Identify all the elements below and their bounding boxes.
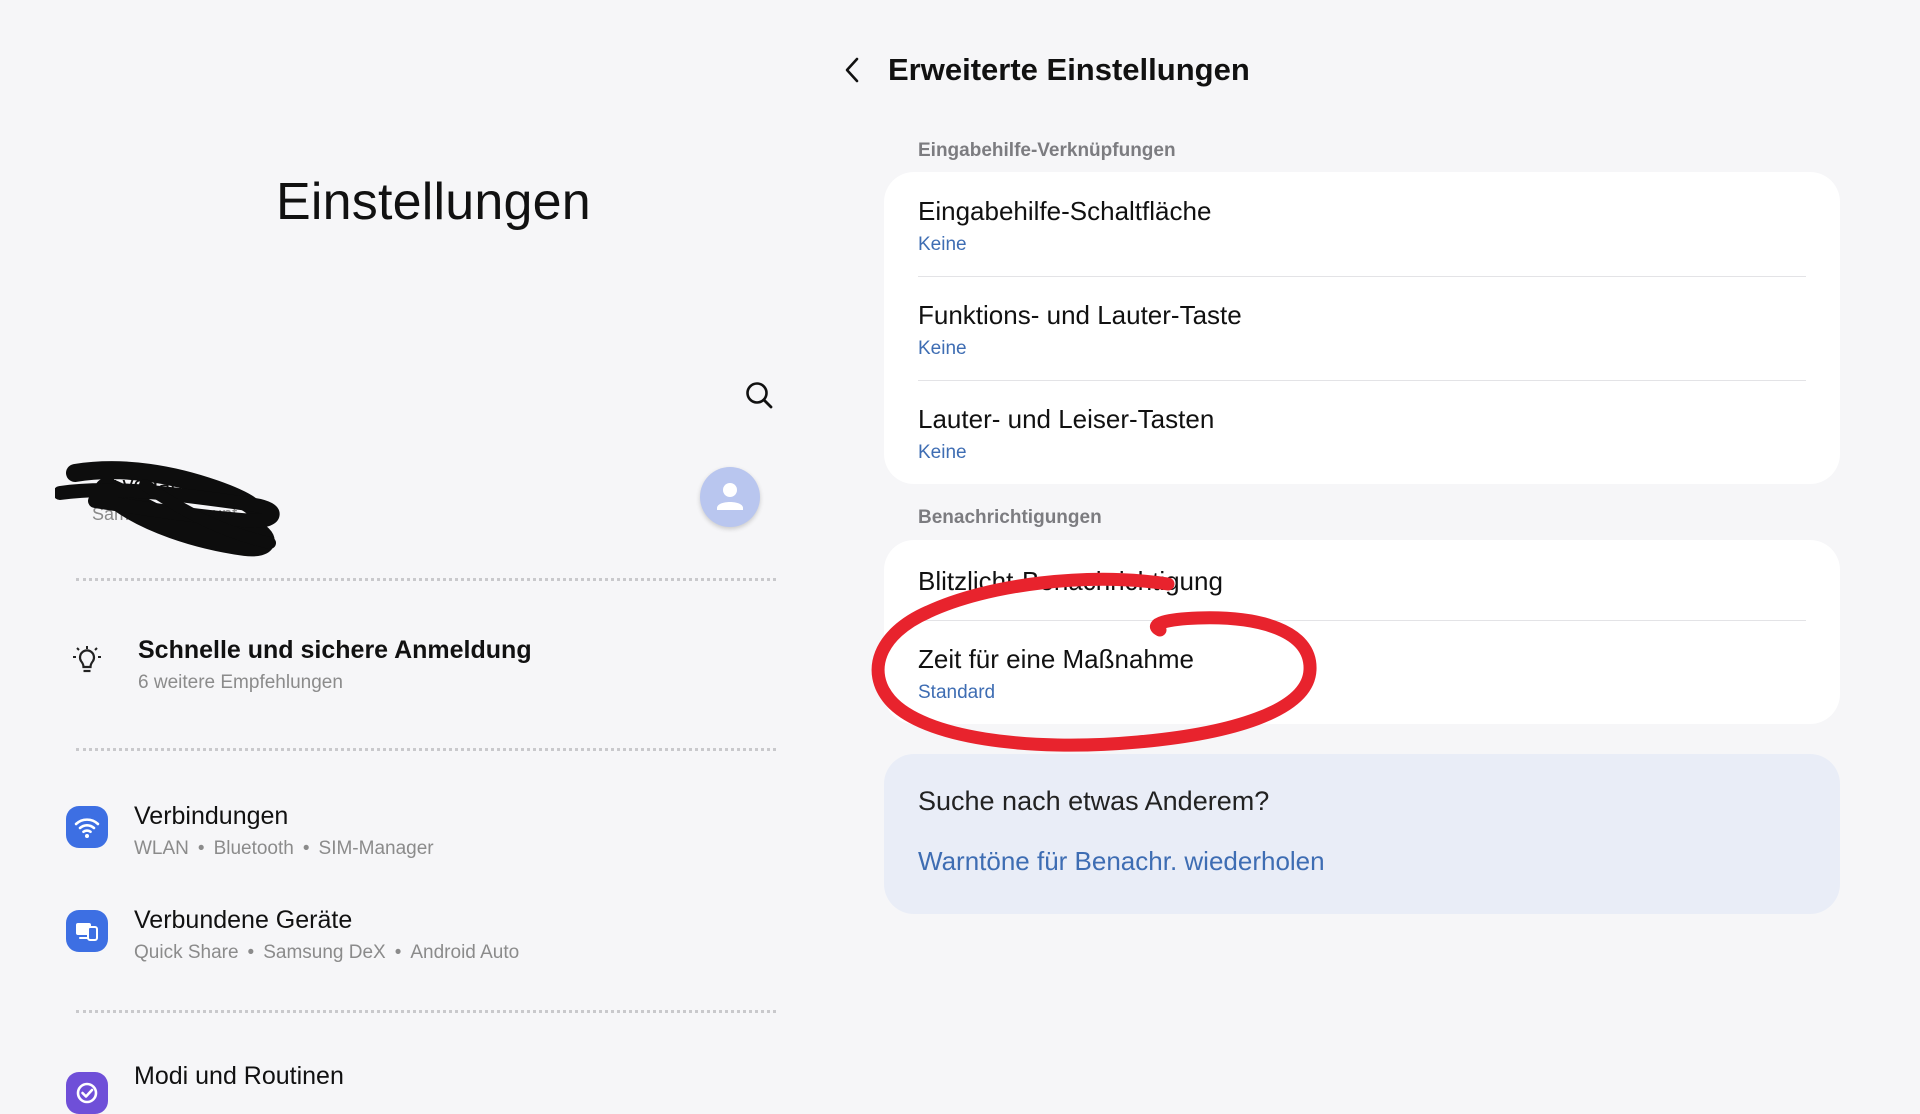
- avatar[interactable]: [700, 467, 760, 527]
- suggestion-link[interactable]: Warntöne für Benachr. wiederholen: [918, 846, 1325, 877]
- section-header-accessibility-shortcuts: Eingabehilfe-Verknüpfungen: [918, 140, 1176, 161]
- search-button[interactable]: [740, 376, 780, 416]
- item-subtitle: Quick Share • Samsung DeX • Android Auto: [134, 942, 520, 963]
- settings-card-shortcuts: Eingabehilfe-Schaltfläche Keine Funktion…: [884, 172, 1840, 484]
- settings-main-pane: Einstellungen ...t vogab Samsung Account: [0, 0, 860, 1114]
- recommendation-title: Schnelle und sichere Anmeldung: [138, 636, 532, 664]
- dotted-divider: [76, 578, 776, 581]
- page-header-title: Erweiterte Einstellungen: [888, 52, 1250, 87]
- row-value: Keine: [918, 338, 967, 359]
- page-title: Einstellungen: [276, 173, 591, 231]
- recommendation-subtitle: 6 weitere Empfehlungen: [138, 672, 343, 693]
- row-value: Keine: [918, 234, 967, 255]
- routine-icon: [66, 1072, 108, 1114]
- chevron-left-icon: [845, 57, 859, 83]
- person-icon: [717, 483, 743, 510]
- row-title: Lauter- und Leiser-Tasten: [918, 404, 1215, 434]
- row-title: Blitzlicht-Benachrichtigung: [918, 566, 1223, 596]
- devices-icon: [66, 910, 108, 952]
- dotted-divider: [76, 1010, 776, 1013]
- settings-card-notifications: Blitzlicht-Benachrichtigung Zeit für ein…: [884, 540, 1840, 724]
- item-subtitle: WLAN • Bluetooth • SIM-Manager: [134, 838, 434, 859]
- item-title: Verbindungen: [134, 802, 289, 830]
- row-value: Standard: [918, 682, 996, 703]
- lightbulb-icon: [66, 640, 108, 682]
- back-button[interactable]: [835, 52, 871, 88]
- row-value: Keine: [918, 442, 967, 463]
- item-title: Verbundene Geräte: [134, 906, 353, 934]
- dotted-divider: [76, 748, 776, 751]
- row-title: Funktions- und Lauter-Taste: [918, 300, 1242, 330]
- item-title: Modi und Routinen: [134, 1062, 344, 1090]
- row-divider: [918, 380, 1806, 381]
- section-header-notifications: Benachrichtigungen: [918, 507, 1102, 528]
- row-divider: [918, 620, 1806, 621]
- suggestion-card: Suche nach etwas Anderem? Warntöne für B…: [884, 754, 1840, 914]
- wifi-icon: [66, 806, 108, 848]
- redaction-scribble: [55, 461, 280, 557]
- row-title: Eingabehilfe-Schaltfläche: [918, 196, 1212, 226]
- row-divider: [918, 276, 1806, 277]
- row-title: Zeit für eine Maßnahme: [918, 644, 1195, 674]
- suggestion-question: Suche nach etwas Anderem?: [918, 786, 1270, 816]
- search-icon: [746, 382, 773, 409]
